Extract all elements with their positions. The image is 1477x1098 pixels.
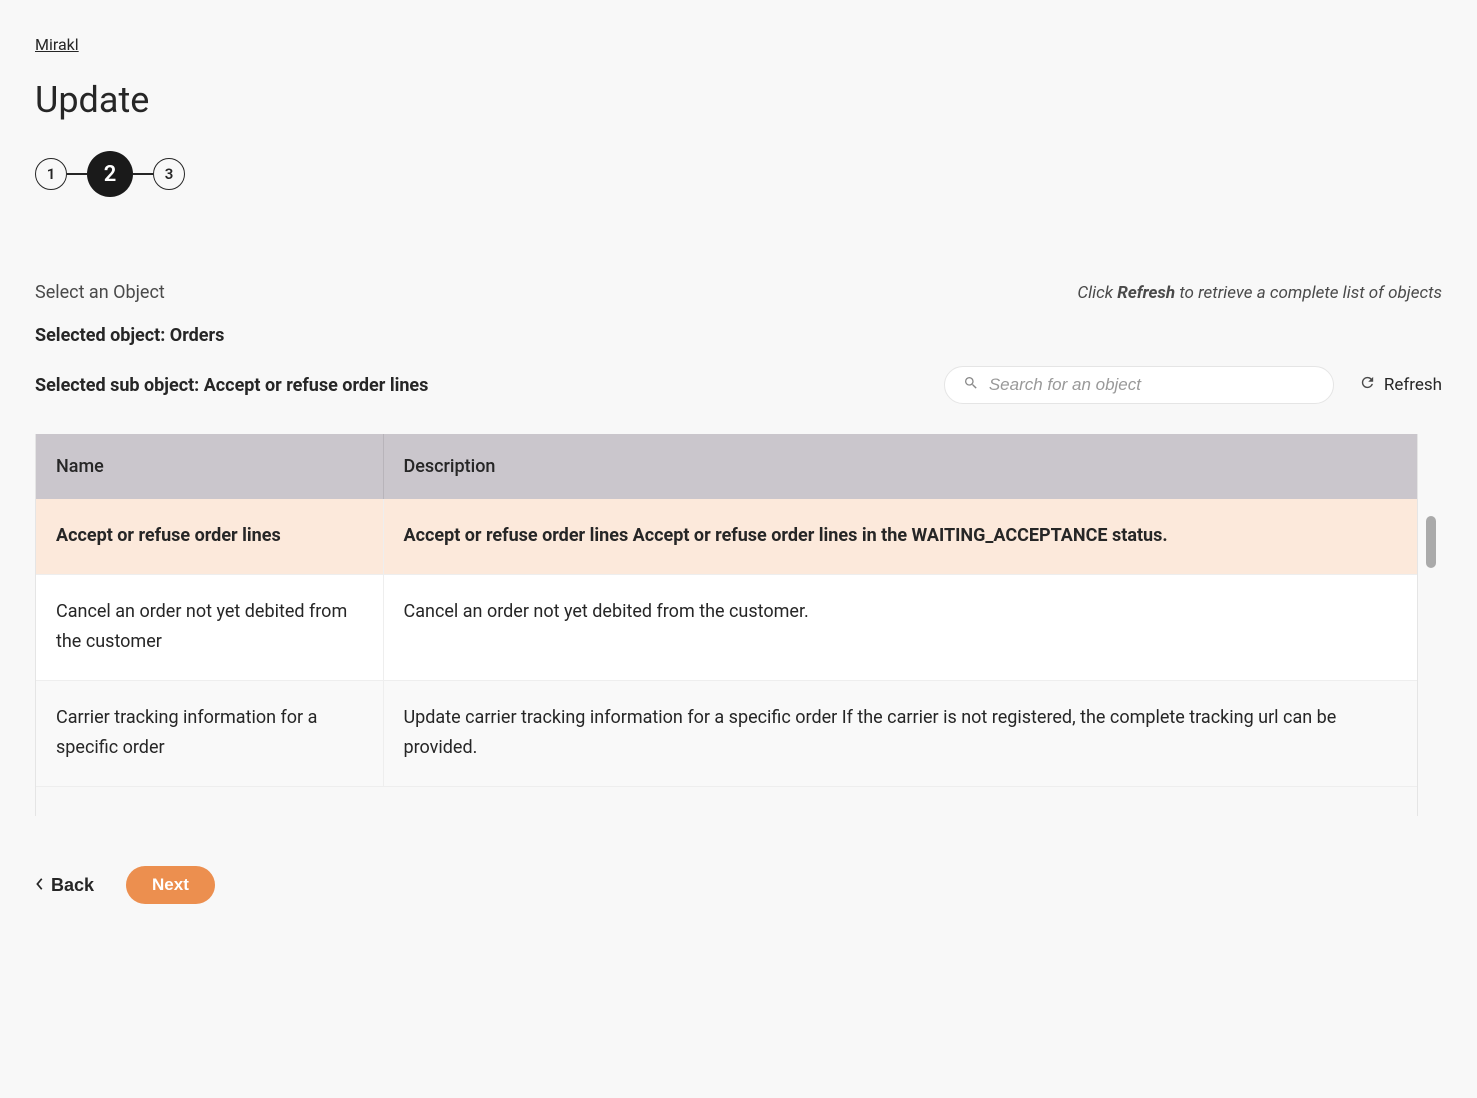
cell-description: Cancel an order not yet debited from the… <box>383 574 1417 680</box>
cell-name: Carrier tracking information for a speci… <box>36 680 383 786</box>
refresh-icon <box>1359 374 1376 396</box>
search-box[interactable] <box>944 366 1334 404</box>
search-icon <box>963 375 979 395</box>
selected-sub-object: Selected sub object: Accept or refuse or… <box>35 375 428 396</box>
col-description: Description <box>383 434 1417 499</box>
objects-table: Name Description Accept or refuse order … <box>36 434 1417 787</box>
col-name: Name <box>36 434 383 499</box>
stepper: 1 2 3 <box>35 151 1442 197</box>
cell-name: Accept or refuse order lines <box>36 499 383 574</box>
next-button[interactable]: Next <box>126 866 215 904</box>
selected-object: Selected object: Orders <box>35 325 1442 346</box>
back-button[interactable]: Back <box>35 875 94 896</box>
step-2-active[interactable]: 2 <box>87 151 133 197</box>
search-input[interactable] <box>989 375 1315 395</box>
refresh-hint: Click Refresh to retrieve a complete lis… <box>1077 283 1442 303</box>
page-title: Update <box>35 79 1442 121</box>
table-row[interactable]: Accept or refuse order lines Accept or r… <box>36 499 1417 574</box>
refresh-button[interactable]: Refresh <box>1359 374 1442 396</box>
footer-actions: Back Next <box>35 866 1442 904</box>
step-line <box>133 173 153 175</box>
table-scroll: Name Description Accept or refuse order … <box>35 434 1418 816</box>
section-label: Select an Object <box>35 282 165 303</box>
hint-bold: Refresh <box>1117 283 1175 303</box>
table-row[interactable]: Cancel an order not yet debited from the… <box>36 574 1417 680</box>
table-row[interactable]: Carrier tracking information for a speci… <box>36 680 1417 786</box>
hint-text: Click <box>1077 283 1117 303</box>
refresh-label: Refresh <box>1384 375 1442 395</box>
back-label: Back <box>51 875 94 896</box>
step-3[interactable]: 3 <box>153 158 185 190</box>
hint-text: to retrieve a complete list of objects <box>1175 283 1442 303</box>
table-wrap: Name Description Accept or refuse order … <box>35 434 1442 816</box>
controls-row: Selected sub object: Accept or refuse or… <box>35 366 1442 404</box>
search-wrap: Refresh <box>944 366 1442 404</box>
section-header: Select an Object Click Refresh to retrie… <box>35 282 1442 303</box>
chevron-left-icon <box>35 875 45 896</box>
cell-name: Cancel an order not yet debited from the… <box>36 574 383 680</box>
cell-description: Accept or refuse order lines Accept or r… <box>383 499 1417 574</box>
table-header-row: Name Description <box>36 434 1417 499</box>
scrollbar-thumb[interactable] <box>1426 516 1436 568</box>
step-1[interactable]: 1 <box>35 158 67 190</box>
cell-description: Update carrier tracking information for … <box>383 680 1417 786</box>
breadcrumb[interactable]: Mirakl <box>35 35 79 54</box>
scrollbar-track[interactable] <box>1418 434 1442 816</box>
step-line <box>67 173 87 175</box>
